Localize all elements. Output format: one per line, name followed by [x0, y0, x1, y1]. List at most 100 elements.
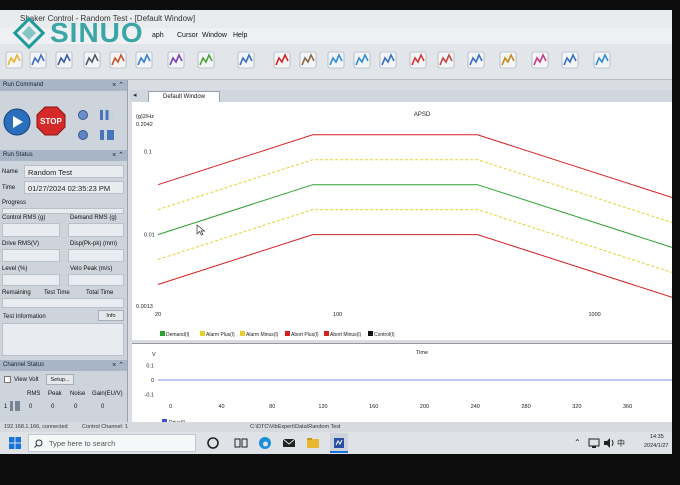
clock-time[interactable]: 14:35	[650, 434, 664, 440]
close-icon[interactable]: × ⌃	[112, 361, 124, 369]
refresh-icon[interactable]	[78, 130, 88, 140]
taskbar-search-input[interactable]: Type here to search	[28, 434, 196, 452]
tab-label: Default Window	[162, 94, 206, 100]
cortana-icon[interactable]	[206, 436, 220, 450]
network-icon[interactable]	[588, 437, 600, 449]
print-icon[interactable]	[82, 50, 102, 70]
stop-label: STOP	[40, 117, 62, 126]
test-setup-icon[interactable]	[166, 50, 186, 70]
col-rms: RMS	[27, 391, 41, 397]
control-rms-label: Control RMS (g)	[2, 215, 46, 221]
run-status-title: Run Status	[3, 152, 33, 158]
time-xtick-label: 240	[471, 404, 480, 410]
channel-status-header: Channel Status × ⌃	[0, 360, 127, 371]
demand-rms-value	[68, 223, 124, 237]
level-step-icon[interactable]	[100, 130, 114, 140]
tray-chevron-icon[interactable]: ⌃	[574, 438, 581, 447]
time-xtick-label: 200	[420, 404, 429, 410]
time-xtick-label: 360	[623, 404, 632, 410]
close-icon[interactable]: × ⌃	[112, 151, 124, 159]
connection-status: 192.168.1.166, connected	[4, 424, 68, 430]
legend-swatch	[324, 331, 329, 336]
apsd-plot[interactable]: APSD (g)2/Hz 0.2042 0.0013 0.1 0.01 20 100…	[132, 102, 672, 343]
time-label: Time	[2, 185, 16, 191]
fit-icon[interactable]	[378, 50, 398, 70]
name-label: Name	[2, 169, 19, 175]
setup-button[interactable]: Setup...	[46, 374, 74, 385]
time-ytick-label: 0.1	[146, 363, 154, 369]
tab-scroll-left-icon[interactable]: ◂	[133, 91, 137, 99]
progress-bar	[2, 208, 124, 214]
edit-icon[interactable]	[196, 50, 216, 70]
signal-icon[interactable]	[236, 50, 256, 70]
info-button[interactable]: Info	[98, 310, 124, 321]
channel-status-title: Channel Status	[3, 362, 45, 368]
clock-date[interactable]: 2024/1/27	[644, 443, 668, 449]
menu-item-window[interactable]: Window	[202, 32, 227, 39]
mail-icon[interactable]	[282, 436, 296, 450]
control-channel-status: Control Channel: 1	[82, 424, 128, 430]
time-chart[interactable]: Time V 0.1 0 -0.1 0 40 80 120 160 200 240 280 320 3…	[132, 344, 672, 430]
network-settings-icon[interactable]	[54, 50, 74, 70]
zoom-out-icon[interactable]	[352, 50, 372, 70]
test-info-label: Test Information	[3, 314, 46, 320]
report-icon[interactable]	[134, 50, 154, 70]
legend-label: Abort Plus(l)	[291, 332, 319, 338]
volume-icon[interactable]	[603, 437, 615, 449]
menu-item-help[interactable]: Help	[233, 32, 247, 39]
series-line-demand-l	[157, 184, 672, 248]
time-ytick-label: -0.1	[145, 393, 154, 399]
velo-label: Velo Peak (m/s)	[70, 266, 113, 272]
graph-bars-icon[interactable]	[466, 50, 486, 70]
vibexpert-taskbar-button[interactable]	[330, 433, 348, 453]
time-xtick-label: 40	[218, 404, 224, 410]
input-language[interactable]: 中	[617, 438, 625, 449]
graph-multi-icon[interactable]	[436, 50, 456, 70]
run-status-header: Run Status × ⌃	[0, 150, 127, 161]
view-volt-checkbox[interactable]	[4, 376, 11, 383]
stop-button[interactable]: STOP	[36, 106, 66, 136]
search-placeholder: Type here to search	[49, 439, 116, 448]
hand-icon[interactable]	[298, 50, 318, 70]
logo: SINUO	[12, 14, 144, 52]
logo-text: SINUO	[50, 17, 144, 48]
cursor-marker-icon[interactable]	[498, 50, 518, 70]
legend-swatch	[285, 331, 290, 336]
time-title: Time	[416, 350, 428, 356]
legend-label: Demand(l)	[166, 332, 190, 338]
apsd-chart[interactable]: APSD (g)2/Hz 0.2042 0.0013 0.1 0.01 20 100…	[132, 102, 672, 343]
file-explorer-icon[interactable]	[306, 436, 320, 450]
play-button[interactable]	[3, 108, 31, 136]
graph-peak-icon[interactable]	[530, 50, 550, 70]
legend-label: Abort Minus(l)	[330, 332, 361, 338]
test-time-label: Test Time	[44, 290, 70, 296]
save-icon[interactable]	[28, 50, 48, 70]
close-icon[interactable]: × ⌃	[112, 81, 124, 89]
legend-label: Alarm Minus(l)	[246, 332, 279, 338]
menu-item-aph[interactable]: aph	[152, 32, 164, 39]
time-xtick-label: 120	[318, 404, 327, 410]
channel-number: 1	[4, 404, 8, 410]
layout-icon[interactable]	[560, 50, 580, 70]
level-bars-icon[interactable]	[100, 110, 114, 120]
schedule-icon[interactable]	[108, 50, 128, 70]
series-line-abort-plus-l	[157, 134, 672, 198]
taskbar: Type here to search ⌃ 中 14:35 2024/1/27	[0, 432, 672, 454]
zoom-in-icon[interactable]	[326, 50, 346, 70]
edge-browser-icon[interactable]	[258, 436, 272, 450]
abort-icon[interactable]	[272, 50, 292, 70]
chat-icon[interactable]	[592, 50, 612, 70]
legend-swatch	[160, 331, 165, 336]
open-folder-icon[interactable]	[4, 50, 24, 70]
tab-default-window[interactable]: Default Window	[148, 91, 220, 102]
col-peak: Peak	[48, 391, 62, 397]
time-plot[interactable]: Time V 0.1 0 -0.1 0 40 80 120 160 200 240 280 320 3…	[132, 343, 672, 429]
apsd-title: APSD	[414, 112, 431, 118]
series-line-abort-minus-l	[157, 234, 672, 298]
graph-red-icon[interactable]	[408, 50, 428, 70]
windows-start-icon[interactable]	[8, 436, 22, 450]
col-noise: Noise	[70, 391, 86, 397]
pause-icon[interactable]	[78, 110, 88, 120]
task-view-icon[interactable]	[234, 436, 248, 450]
menu-item-cursor[interactable]: Cursor	[177, 32, 198, 39]
